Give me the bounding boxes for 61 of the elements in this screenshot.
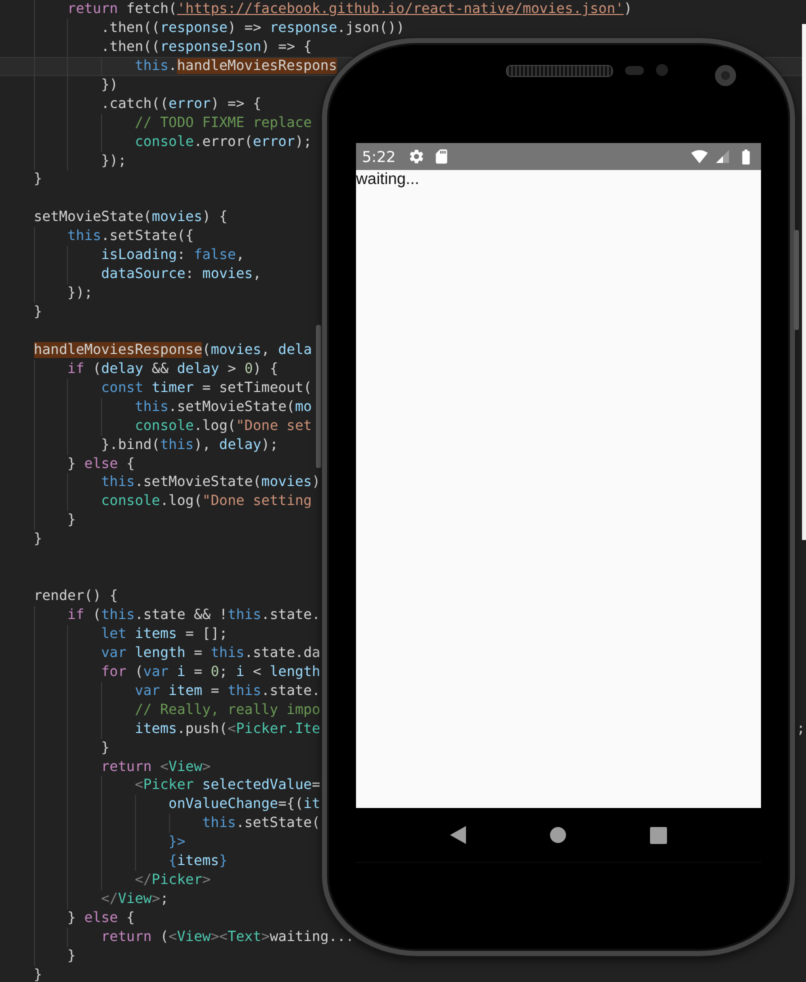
code-line: // Really, really impo (134, 700, 320, 720)
code-line: </View>; (101, 890, 169, 909)
code-line: items.push(<Picker.Ite (134, 720, 320, 739)
status-time: 5:22 (362, 148, 396, 166)
code-line: this.setState({ (67, 227, 194, 246)
code-line: let items = []; (101, 624, 228, 644)
sensor-dot-icon (656, 64, 668, 76)
code-line: {items} (168, 852, 228, 872)
home-icon[interactable] (550, 827, 566, 843)
code-line: if (this.state && !this.state. (67, 606, 320, 625)
cellular-signal-icon (716, 150, 729, 163)
code-line: this.handleMoviesRespons (134, 56, 338, 76)
code-line: }) (101, 76, 118, 95)
code-line: }> (168, 833, 186, 852)
code-line: .then((responseJson) => { (101, 38, 312, 57)
code-line: <Picker selectedValue= (134, 776, 320, 796)
code-line: console.error(error); (134, 132, 312, 152)
code-line: }); (67, 284, 93, 303)
code-line: for (var i = 0; i < length (101, 662, 320, 682)
code-line: } (34, 530, 42, 550)
code-line: } (34, 170, 42, 190)
code-line: return (<View><Text>waiting... (101, 928, 354, 947)
code-line: handleMoviesResponse(movies, dela (34, 340, 312, 360)
code-line: </Picker> (134, 871, 211, 890)
code-line: this.setMovieState(mo (134, 398, 312, 417)
recents-icon[interactable] (650, 826, 667, 844)
camera-icon (715, 65, 736, 86)
code-line: if (delay && delay > 0) { (67, 360, 278, 379)
scrollbar-thumb[interactable] (316, 325, 321, 468)
code-fragment: ; (796, 720, 805, 739)
code-line: var item = this.state. (134, 682, 320, 701)
status-text: waiting... (356, 170, 420, 189)
code-line: console.log("Done setting (101, 492, 312, 512)
code-line: } (67, 511, 76, 530)
code-line: }.bind(this), delay); (101, 436, 278, 454)
code-line: } (34, 303, 42, 322)
code-line: // TODO FIXME replace (134, 114, 312, 133)
code-line: dataSource: movies, (101, 265, 262, 284)
code-line: this.setState( (202, 814, 320, 834)
code-line: render() { (34, 587, 118, 606)
wifi-icon (691, 148, 708, 165)
code-line: const timer = setTimeout( (101, 378, 312, 398)
back-icon[interactable] (450, 826, 466, 844)
code-line: } (101, 738, 110, 758)
code-line: } (67, 946, 76, 966)
code-line: } (34, 966, 42, 982)
settings-icon (408, 148, 425, 165)
sensor-icon (625, 66, 644, 75)
code-line: this.setMovieState(movies) (101, 473, 320, 492)
code-line: isLoading: false, (101, 246, 244, 266)
code-line: return <View> (101, 758, 211, 776)
code-line: } else { (67, 454, 135, 474)
code-line: .catch((error) => { (101, 94, 262, 114)
code-line: }); (101, 152, 126, 170)
code-line: console.log("Done set (134, 416, 312, 436)
code-line: .then((response) => response.json()) (101, 18, 405, 38)
code-line: onValueChange={(it (168, 795, 320, 814)
code-line: setMovieState(movies) { (34, 208, 228, 228)
code-line: var length = this.state.da (101, 644, 320, 663)
code-line: return fetch('https://facebook.github.io/react-native/movies.json') (67, 0, 632, 19)
code-line: } else { (67, 909, 135, 928)
